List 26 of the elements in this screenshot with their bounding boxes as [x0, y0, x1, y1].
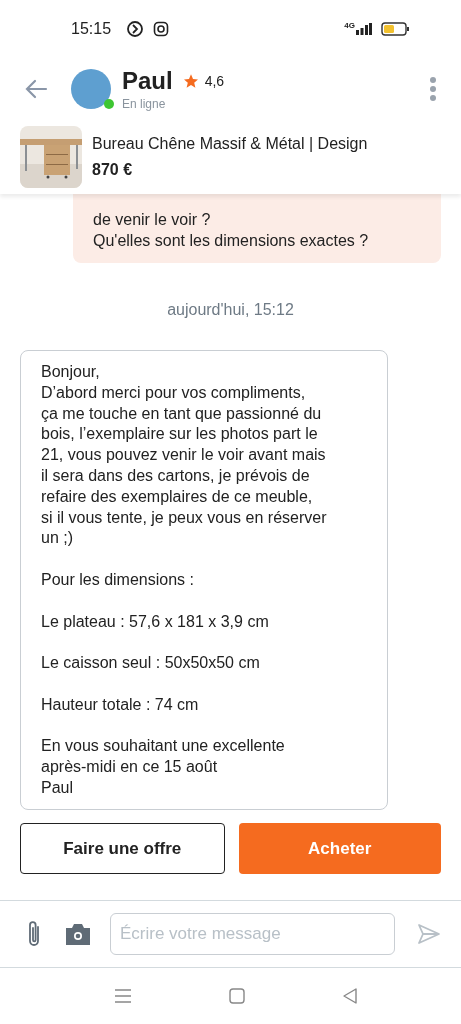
camera-notification-icon: [153, 21, 170, 37]
back-icon[interactable]: [343, 988, 357, 1004]
online-status: En ligne: [122, 97, 167, 111]
rating-value: 4,6: [204, 73, 225, 89]
listing-title[interactable]: Bureau Chêne Massif & Métal | Design: [92, 135, 368, 153]
offer-button[interactable]: Faire une offre: [20, 823, 225, 874]
status-time: 15:15: [71, 20, 112, 38]
camera-icon[interactable]: [64, 922, 92, 946]
listing-price: 870 €: [92, 161, 134, 179]
send-icon[interactable]: [417, 923, 441, 945]
date-separator: aujourd'hui, 15:12: [167, 301, 294, 319]
network-label: 4G: [344, 20, 355, 30]
signal-icon: [356, 23, 372, 35]
user-name[interactable]: Paul: [122, 67, 173, 95]
star-icon: [182, 73, 199, 89]
menu-icon[interactable]: [115, 989, 131, 1003]
message-input[interactable]: Écrire votre message: [110, 913, 395, 955]
sent-message: de venir le voir ? Qu'elles sont les dimensions exactes ?: [73, 194, 441, 263]
attachment-icon[interactable]: [26, 919, 42, 949]
avatar[interactable]: [71, 69, 111, 109]
more-options-icon[interactable]: [429, 76, 437, 102]
home-icon[interactable]: [229, 988, 245, 1004]
app-notification-icon: [126, 20, 145, 38]
battery-icon: [381, 22, 409, 36]
back-arrow-icon[interactable]: [24, 79, 48, 99]
received-message: Bonjour, D’abord merci pour vos compliments, ça me touche en tant que passionné du bois, l’exemplaire sur les photos part le 21, vous pouvez venir le voir avant mais il sera dans des cartons, je prévois de refaire des exemplaires de ce meuble, si il vous tente, je peux vous en réserver un ;) Pour les dimensions : Le plateau : 57,6 x 181 x 3,9 cm Le caisson seul : 50x50x50 cm Hauteur totale : 74 cm En vous souhaitant une excellente après-midi en ce 15 août Paul: [20, 350, 388, 810]
